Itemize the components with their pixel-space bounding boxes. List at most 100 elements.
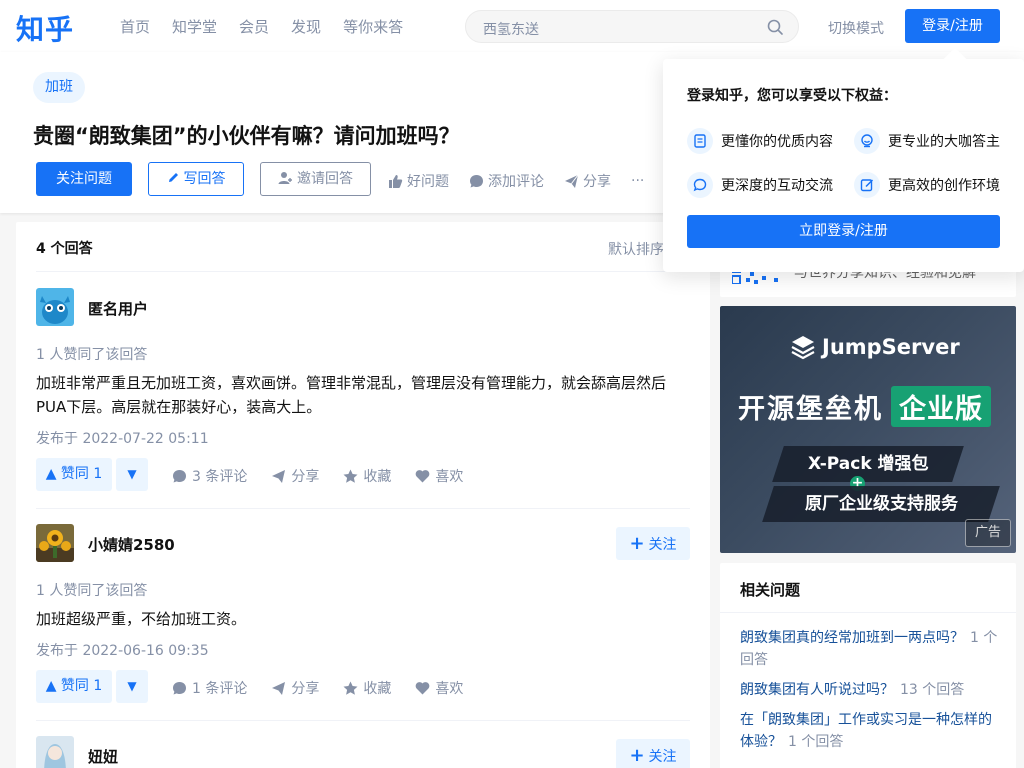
vote-down-button[interactable]: ▼ [116, 458, 148, 491]
topic-tag[interactable]: 加班 [33, 72, 85, 103]
share-button[interactable]: 分享 [271, 678, 319, 698]
expert-icon [854, 128, 880, 154]
pencil-icon [168, 173, 178, 182]
related-questions-card: 相关问题 朗致集团真的经常加班到一两点吗？ 1 个回答 朗致集团有人听说过吗？ 13… [720, 563, 1016, 768]
publish-date[interactable]: 发布于 2022-07-22 05:11 [36, 428, 209, 448]
triangle-up-icon: ▲ [45, 466, 61, 482]
collect-button[interactable]: 收藏 [343, 678, 391, 698]
triangle-down-icon: ▼ [127, 679, 137, 693]
nav-home[interactable]: 首页 [120, 16, 150, 37]
author-name[interactable]: 匿名用户 [88, 298, 148, 319]
publish-date[interactable]: 发布于 2022-06-16 09:35 [36, 640, 209, 660]
vote-up-label: 赞同 1 [60, 678, 103, 694]
share-icon [272, 681, 286, 695]
related-question-item[interactable]: 朗致集团有人听说过吗？ 13 个回答 [740, 679, 1000, 701]
benefit-label: 更专业的大咖答主 [888, 134, 1000, 150]
answer-actions: 1 条评论 分享 收藏 喜欢 [172, 678, 487, 698]
search-placeholder: 西氢东送 [483, 22, 539, 38]
related-question-item[interactable]: 在「朗致集团」工作或实习是一种怎样的体验？ 1 个回答 [740, 709, 1000, 753]
sort-dropdown[interactable]: 默认排序 [608, 239, 664, 259]
plus-icon: + [629, 533, 645, 554]
vote-up-button[interactable]: ▲ 赞同 1 [36, 670, 112, 703]
benefit-label: 更懂你的优质内容 [721, 134, 833, 150]
collect-label: 收藏 [363, 469, 392, 485]
question-actions: 好问题 添加评论 分享 ··· [388, 171, 664, 191]
add-comment-button[interactable]: 添加评论 [469, 171, 544, 191]
login-register-button[interactable]: 登录/注册 [905, 9, 1000, 43]
comments-label: 1 条评论 [192, 681, 248, 697]
heart-icon [416, 681, 430, 694]
agree-count: 1 人赞同了该回答 [36, 347, 148, 363]
benefit-label: 更高效的创作环境 [888, 178, 1000, 194]
ad-brand: JumpServer [790, 334, 960, 360]
author-name[interactable]: 妞妞 [88, 746, 118, 767]
anime-avatar-icon [36, 736, 74, 768]
like-button[interactable]: 喜欢 [415, 466, 463, 486]
comment-icon [173, 681, 186, 694]
invite-answer-button[interactable]: 邀请回答 [260, 162, 371, 196]
author-name[interactable]: 小婧婧2580 [88, 534, 175, 555]
follow-user-button[interactable]: + 关注 [616, 739, 690, 768]
write-answer-label: 写回答 [183, 171, 226, 187]
advertisement-banner[interactable]: JumpServer 开源堡垒机 企业版 X-Pack 增强包 + 原厂企业级支… [720, 306, 1016, 553]
nav-zhixuetang[interactable]: 知学堂 [172, 16, 217, 37]
write-answer-button[interactable]: 写回答 [148, 162, 244, 196]
main-nav: 首页 知学堂 会员 发现 等你来答 [120, 16, 425, 37]
triangle-down-icon: ▼ [127, 467, 137, 481]
switch-mode-link[interactable]: 切换模式 [828, 18, 884, 38]
search-icon[interactable] [766, 18, 784, 36]
share-question-button[interactable]: 分享 [564, 171, 611, 191]
benefit-item: 更专业的大咖答主 [854, 128, 1000, 154]
ad-headline: 开源堡垒机 企业版 [738, 386, 991, 427]
good-question-button[interactable]: 好问题 [388, 171, 449, 191]
zhihu-logo[interactable]: 知乎 [16, 8, 74, 48]
related-question-text[interactable]: 朗致集团有人听说过吗？ [740, 682, 894, 698]
answer-content: 加班超级严重，不给加班工资。 [36, 610, 247, 628]
triangle-up-icon: ▲ [45, 678, 61, 694]
comments-button[interactable]: 3 条评论 [172, 466, 247, 486]
ad-line-1: X-Pack 增强包 [807, 454, 929, 474]
comment-icon [173, 469, 186, 482]
ad-headline-text: 开源堡垒机 [738, 394, 883, 425]
comments-button[interactable]: 1 条评论 [172, 678, 247, 698]
share-icon [565, 174, 579, 188]
search-input[interactable]: 西氢东送 [465, 10, 799, 43]
login-now-button[interactable]: 立即登录/注册 [687, 215, 1000, 248]
related-question-text[interactable]: 朗致集团真的经常加班到一两点吗？ [740, 630, 964, 646]
login-benefits-popup: 登录知乎，您可以享受以下权益： 更懂你的优质内容 更专业的大咖答主 更深度的互动… [663, 47, 1024, 272]
share-button[interactable]: 分享 [271, 466, 319, 486]
sunflower-avatar-icon [36, 524, 74, 562]
benefit-item: 更高效的创作环境 [854, 172, 1000, 198]
nav-explore[interactable]: 发现 [291, 16, 321, 37]
answers-panel: 4 个回答 默认排序 匿名用户 1 人赞同了该回答 加班非常严重且无加班工资，喜… [16, 222, 710, 768]
vote-down-button[interactable]: ▼ [116, 670, 148, 703]
collect-button[interactable]: 收藏 [343, 466, 391, 486]
follow-user-label: 关注 [648, 537, 677, 553]
like-button[interactable]: 喜欢 [415, 678, 463, 698]
content-icon [687, 128, 713, 154]
ad-line-2: 原厂企业级支持服务 [804, 494, 958, 514]
vote-up-label: 赞同 1 [60, 466, 103, 482]
layers-icon [791, 336, 815, 360]
nav-vip[interactable]: 会员 [239, 16, 269, 37]
follow-user-button[interactable]: + 关注 [616, 527, 690, 560]
avatar[interactable] [36, 288, 74, 326]
anonymous-avatar-icon [36, 288, 74, 326]
ad-band-2: 原厂企业级支持服务 [762, 486, 1000, 522]
thumbs-up-icon [389, 174, 403, 188]
related-question-text[interactable]: 在「朗致集团」工作或实习是一种怎样的体验？ [740, 712, 992, 750]
avatar[interactable] [36, 524, 74, 562]
avatar[interactable] [36, 736, 74, 768]
follow-question-button[interactable]: 关注问题 [36, 162, 132, 196]
share-label: 分享 [291, 681, 320, 697]
more-button[interactable]: ··· [631, 173, 644, 189]
benefit-item: 更懂你的优质内容 [687, 128, 833, 154]
popup-title: 登录知乎，您可以享受以下权益： [687, 88, 897, 104]
related-question-item[interactable]: 朗致集团真的经常加班到一两点吗？ 1 个回答 [740, 627, 1000, 671]
collect-label: 收藏 [363, 681, 392, 697]
nav-waiting[interactable]: 等你来答 [343, 16, 403, 37]
good-question-label: 好问题 [407, 174, 449, 190]
related-title: 相关问题 [740, 581, 801, 599]
follow-user-label: 关注 [648, 749, 677, 765]
vote-up-button[interactable]: ▲ 赞同 1 [36, 458, 112, 491]
